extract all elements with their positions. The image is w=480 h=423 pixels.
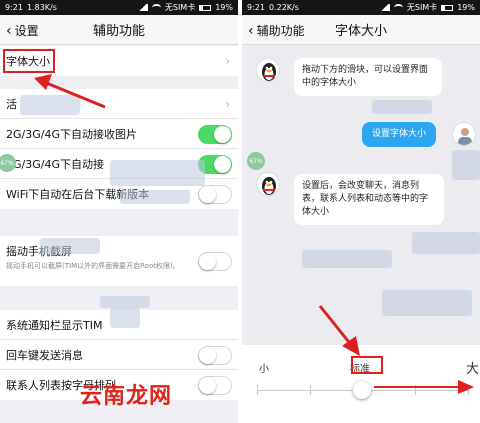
blur-patch: [110, 308, 140, 328]
watermark: 云南龙网: [80, 383, 173, 409]
wifi-icon: [393, 4, 403, 11]
back-label: 辅助功能: [256, 24, 305, 38]
nav-bar: ‹ 辅助功能 字体大小: [242, 15, 480, 45]
blur-patch: [302, 250, 392, 268]
back-button[interactable]: ‹ 辅助功能: [248, 22, 305, 39]
shake-screenshot-row: 摇动手机截屏 摇动手机可以截屏(TIM以外的界面需要开启Root权限)。: [0, 236, 238, 286]
status-speed: 0.22K/s: [268, 3, 299, 12]
status-speed: 1.83K/s: [26, 3, 57, 12]
back-chevron-icon: ‹: [6, 22, 12, 39]
slider-label-small: 小: [259, 364, 269, 375]
blur-patch: [110, 160, 205, 186]
signal-icon: [137, 4, 148, 11]
chat-message-incoming: 拖动下方的滑块，可以设置界面中的字体大小: [294, 58, 442, 96]
annotation-arrow-icon: [34, 74, 106, 109]
auto-image-row: 2G/3G/4G下自动接收图片: [0, 119, 238, 149]
blur-patch: [412, 232, 480, 254]
chat-message-incoming: 设置后，会改变聊天，消息列表，联系人列表和动态等中的字体大小: [294, 174, 444, 225]
settings-group-shake: 摇动手机截屏 摇动手机可以截屏(TIM以外的界面需要开启Root权限)。: [0, 236, 238, 286]
right-phone-screen: 9:21 0.22K/s 无SIM卡 19% ‹ 辅助功能 字体大小 拖动下方的…: [242, 0, 480, 423]
signal-icon: [379, 4, 390, 11]
blur-patch: [372, 100, 432, 114]
status-time: 9:21: [247, 3, 265, 12]
auto-image-toggle[interactable]: [198, 125, 232, 144]
setting-label: 2G/3G/4G下自动接: [6, 157, 104, 171]
setting-label: 系统通知栏显示TIM: [6, 318, 103, 332]
battery-icon: [441, 4, 454, 11]
status-bar: 9:21 0.22K/s 无SIM卡 19%: [242, 0, 480, 15]
slider-tick: [310, 385, 311, 395]
blur-patch: [100, 296, 150, 308]
qq-penguin-icon: [256, 58, 280, 82]
slider-tick: [257, 385, 258, 395]
status-carrier: 无SIM卡: [164, 3, 196, 12]
qq-penguin-icon: [256, 172, 280, 196]
annotation-arrow-icon: [318, 305, 360, 356]
slider-label-large: 大: [466, 362, 480, 377]
progress-badge: 67%: [247, 152, 265, 170]
user-avatar-icon: [452, 122, 476, 146]
battery-icon: [199, 4, 212, 11]
wifi-download-toggle[interactable]: [198, 185, 232, 204]
setting-label: 活: [6, 97, 17, 111]
chat-message-outgoing: 设置字体大小: [362, 122, 437, 147]
row-arrow-icon: ›: [225, 97, 230, 111]
status-carrier: 无SIM卡: [406, 3, 438, 12]
blur-patch: [120, 190, 190, 204]
shake-screenshot-desc: 摇动手机可以截屏(TIM以外的界面需要开启Root权限)。: [6, 262, 180, 270]
left-phone-screen: 9:21 1.83K/s 无SIM卡 19% ‹ 设置 辅助功能 字体大小 › …: [0, 0, 238, 423]
enter-send-row: 回车键发送消息: [0, 340, 238, 370]
blur-patch: [382, 290, 472, 316]
wifi-icon: [151, 4, 161, 11]
enter-send-toggle[interactable]: [198, 346, 232, 365]
nav-bar: ‹ 设置 辅助功能: [0, 15, 238, 45]
slider-thumb[interactable]: [353, 381, 371, 399]
back-label: 设置: [14, 24, 39, 38]
shake-screenshot-toggle[interactable]: [198, 252, 232, 271]
annotation-arrow-icon: [374, 380, 474, 394]
back-chevron-icon: ‹: [248, 22, 254, 39]
back-button[interactable]: ‹ 设置: [6, 22, 39, 39]
status-battery: 19%: [457, 3, 475, 12]
status-battery: 19%: [215, 3, 233, 12]
blur-patch: [452, 150, 480, 180]
status-time: 9:21: [5, 3, 23, 12]
status-bar: 9:21 1.83K/s 无SIM卡 19%: [0, 0, 238, 15]
setting-label: 2G/3G/4G下自动接收图片: [6, 127, 137, 141]
alpha-sort-toggle[interactable]: [198, 376, 232, 395]
blur-patch: [40, 238, 100, 254]
setting-label: 回车键发送消息: [6, 348, 83, 362]
row-arrow-icon: ›: [225, 54, 230, 68]
